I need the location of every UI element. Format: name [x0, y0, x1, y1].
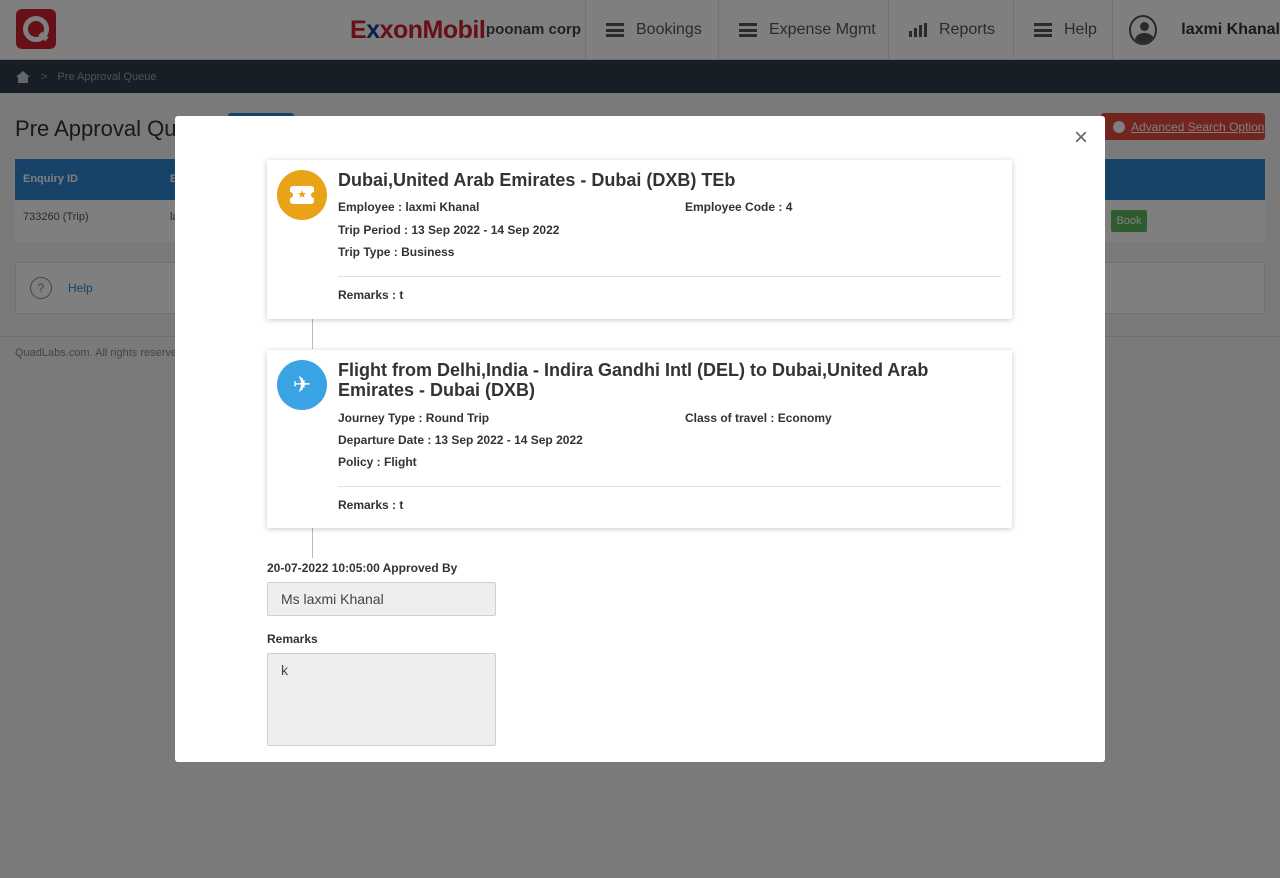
- policy: Policy : Flight: [338, 455, 417, 469]
- timeline-connector: [312, 528, 313, 558]
- remarks-textarea[interactable]: k: [267, 653, 496, 746]
- approved-by-label: 20-07-2022 10:05:00 Approved By: [267, 561, 458, 575]
- departure-date: Departure Date : 13 Sep 2022 - 14 Sep 20…: [338, 433, 583, 447]
- trip-period: Trip Period : 13 Sep 2022 - 14 Sep 2022: [338, 223, 560, 237]
- trip-type: Trip Type : Business: [338, 245, 455, 259]
- timeline-connector: [312, 319, 313, 349]
- employee-name: Employee : laxmi Khanal: [338, 200, 480, 214]
- trip-remarks: Remarks : t: [338, 288, 404, 302]
- remarks-label: Remarks: [267, 632, 318, 646]
- trip-title: Dubai,United Arab Emirates - Dubai (DXB)…: [338, 170, 736, 190]
- trip-card: ★ Dubai,United Arab Emirates - Dubai (DX…: [267, 160, 1012, 319]
- close-icon[interactable]: ×: [1069, 126, 1093, 150]
- trip-details-modal: × ★ Dubai,United Arab Emirates - Dubai (…: [175, 116, 1105, 762]
- ticket-icon: ★: [277, 170, 327, 220]
- flight-card: ✈ Flight from Delhi,India - Indira Gandh…: [267, 350, 1012, 528]
- divider: [338, 276, 1001, 277]
- flight-remarks: Remarks : t: [338, 498, 404, 512]
- journey-type: Journey Type : Round Trip: [338, 411, 490, 425]
- approved-by-field: Ms laxmi Khanal: [267, 582, 496, 616]
- class-of-travel: Class of travel : Economy: [685, 411, 832, 425]
- airplane-icon: ✈: [277, 360, 327, 410]
- employee-code: Employee Code : 4: [685, 200, 793, 214]
- divider: [338, 486, 1001, 487]
- flight-title: Flight from Delhi,India - Indira Gandhi …: [338, 360, 929, 400]
